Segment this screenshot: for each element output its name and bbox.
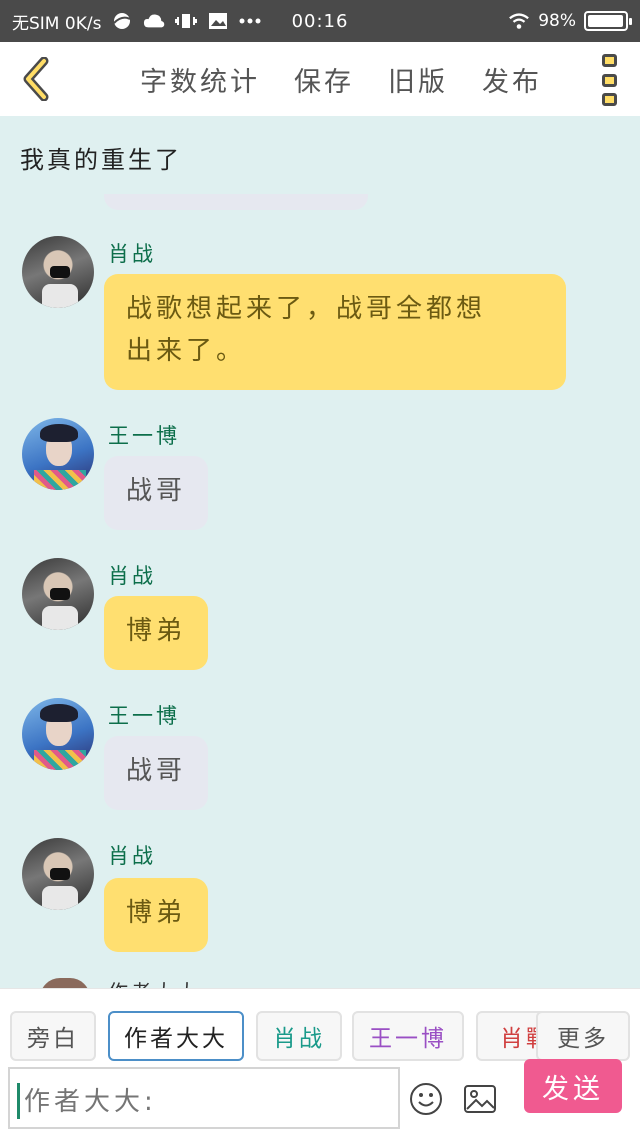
role-label: 作者大大 [124,1026,228,1052]
speaker-name: 王一博 [108,424,180,448]
battery-icon [584,11,632,31]
role-xiao-zhan[interactable]: 肖战 [256,1011,342,1061]
speaker-name: 肖战 [108,242,156,266]
message-input[interactable] [8,1067,400,1129]
battery-fill [588,15,624,27]
story-title[interactable]: 我真的重生了 [20,140,182,175]
speaker-name: 肖战 [108,564,156,588]
editor-toolbar: 字数统计 保存 旧版 发布 [0,42,640,116]
message-text: 博弟 [126,898,187,928]
message-bubble[interactable]: 战哥 [104,736,209,810]
chevron-left-icon [23,57,49,101]
role-label: 旁白 [27,1026,79,1052]
avatar-wang-yibo[interactable] [22,698,94,770]
role-label: 更多 [557,1026,609,1052]
speaker-name: 作者大大 [108,976,200,988]
role-author[interactable]: 作者大大 [108,1011,244,1061]
publish-button[interactable]: 发布 [482,60,542,99]
role-selector: 旁白 作者大大 肖战 王一博 肖戰 更多 [0,1011,640,1065]
input-row: 发送 [0,1059,640,1131]
status-time: 00:16 [291,10,349,32]
message-bubble[interactable]: 博弟 [104,596,209,670]
image-icon [464,1085,496,1113]
message-text: 博弟 [126,616,187,646]
avatar-xiao-zhan[interactable] [22,236,94,308]
role-label: 肖战 [273,1026,325,1052]
image-button[interactable] [462,1081,498,1117]
previous-bubble[interactable] [104,194,368,210]
message-text-line: 战歌想起来了，战哥全都想 [126,294,487,324]
menu-dot-icon [601,93,617,106]
avatar-wang-yibo[interactable] [22,418,94,490]
send-label: 发送 [542,1073,604,1105]
message-bubble[interactable]: 战歌想起来了，战哥全都想 出来了。 [104,274,566,390]
message-bubble[interactable]: 战哥 [104,456,209,530]
text-caret [17,1083,20,1119]
more-roles-button[interactable]: 更多 [536,1011,630,1061]
message-bubble[interactable]: 博弟 [104,878,209,952]
avatar-xiao-zhan[interactable] [22,838,94,910]
role-label: 王一博 [369,1026,447,1052]
message-text: 战哥 [126,476,187,506]
avatar-xiao-zhan[interactable] [22,558,94,630]
speaker-name: 王一博 [108,704,180,728]
word-count-button[interactable]: 字数统计 [140,60,260,99]
save-button[interactable]: 保存 [294,60,354,99]
emoji-button[interactable] [408,1081,444,1117]
speaker-name: 肖战 [108,844,156,868]
menu-dot-icon [601,73,617,87]
emoji-icon [410,1083,442,1115]
old-version-button[interactable]: 旧版 [388,60,448,99]
more-menu-button[interactable] [596,54,622,106]
role-narrator[interactable]: 旁白 [10,1011,96,1061]
avatar-author[interactable] [40,978,90,988]
send-button[interactable]: 发送 [524,1059,622,1113]
toolbar-actions: 字数统计 保存 旧版 发布 [140,60,542,99]
role-wang-yibo[interactable]: 王一博 [352,1011,464,1061]
menu-dot-icon [601,54,617,67]
message-text-line: 出来了。 [126,336,247,366]
status-bar: 无SIM 0K/s 00:16 98% [0,0,640,42]
back-button[interactable] [0,42,70,116]
chat-area[interactable]: 我真的重生了 肖战 战歌想起来了，战哥全都想 出来了。 王一博 战哥 肖战 博弟 [0,116,640,988]
composer: 旁白 作者大大 肖战 王一博 肖戰 更多 作者大大: 发送 [0,988,640,1138]
message-text: 战哥 [126,756,187,786]
